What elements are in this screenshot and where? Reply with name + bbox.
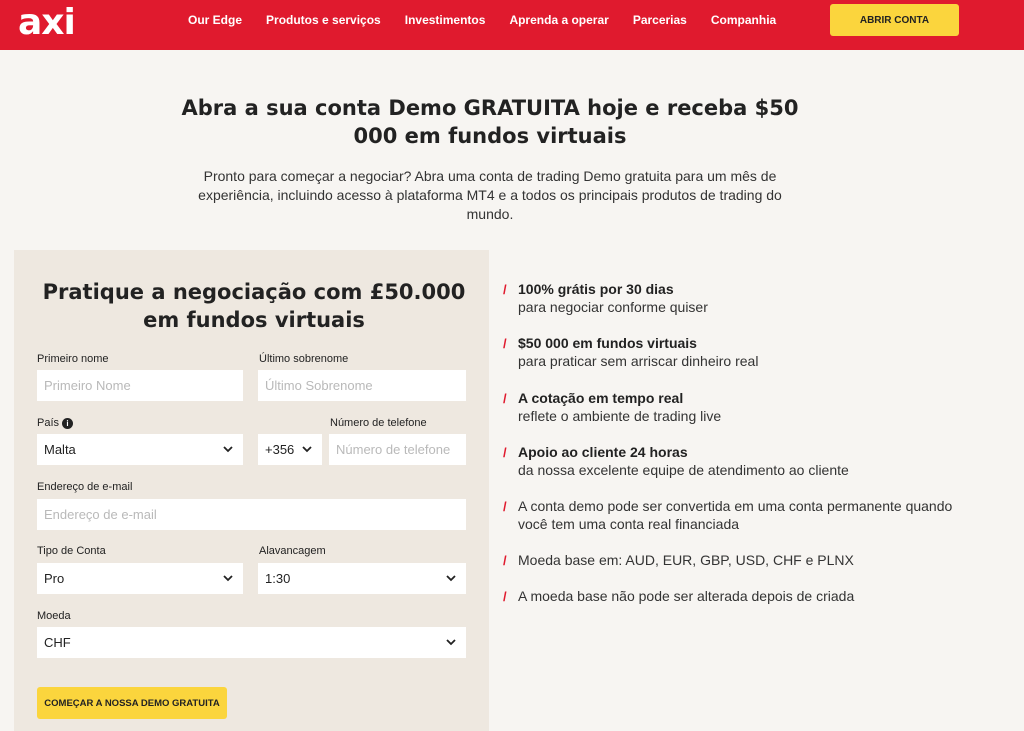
nav-investimentos[interactable]: Investimentos [405,13,486,27]
account-type-value: Pro [44,571,65,586]
chevron-down-icon [302,446,312,453]
open-account-button[interactable]: ABRIR CONTA [830,4,959,36]
form-title: Pratique a negociação com £50.000 em fun… [42,280,466,332]
feature-text: para negociar conforme quiser [518,299,708,315]
last-name-label: Último sobrenome [259,353,349,365]
country-select[interactable]: Malta [37,434,243,465]
first-name-label: Primeiro nome [37,353,109,365]
chevron-down-icon [223,446,233,453]
leverage-label: Alavancagem [259,545,326,557]
nav-aprenda-operar[interactable]: Aprenda a operar [509,13,608,27]
slash-bullet-icon: / [503,589,507,604]
slash-bullet-icon: / [503,336,507,351]
account-type-select[interactable]: Pro [37,563,243,594]
leverage-value: 1:30 [265,571,291,586]
nav-our-edge[interactable]: Our Edge [188,13,242,27]
feature-title: 100% grátis por 30 dias [518,281,674,297]
feature-item: / A cotação em tempo real reflete o ambie… [503,389,1003,425]
account-type-label: Tipo de Conta [37,545,106,557]
currency-select[interactable]: CHF [37,627,466,658]
feature-item: / A conta demo pode ser convertida em um… [503,497,963,533]
slash-bullet-icon: / [503,499,507,514]
last-name-input[interactable]: Último Sobrenome [258,370,466,401]
feature-title: A cotação em tempo real [518,390,684,406]
feature-item: / A moeda base não pode ser alterada dep… [503,587,1003,605]
phone-code-value: +356 [265,442,295,457]
feature-title: $50 000 em fundos virtuais [518,335,697,351]
country-label: País i [37,417,74,429]
nav-parcerias[interactable]: Parcerias [633,13,687,27]
page-title: Abra a sua conta Demo GRATUITA hoje e re… [181,96,799,148]
feature-text: Moeda base em: AUD, EUR, GBP, USD, CHF e… [518,552,854,568]
main-nav: Our Edge Produtos e serviços Investiment… [188,13,800,27]
country-label-text: País [37,417,60,429]
country-value: Malta [44,442,76,457]
start-demo-button[interactable]: COMEÇAR A NOSSA DEMO GRATUITA [37,687,227,719]
feature-text: A conta demo pode ser convertida em uma … [518,498,953,532]
first-name-input[interactable]: Primeiro Nome [37,370,243,401]
slash-bullet-icon: / [503,553,507,568]
feature-text: para praticar sem arriscar dinheiro real [518,353,759,369]
info-icon[interactable]: i [62,417,74,429]
feature-item: / Moeda base em: AUD, EUR, GBP, USD, CHF… [503,551,1003,569]
email-input[interactable]: Endereço de e-mail [37,499,466,530]
email-label: Endereço de e-mail [37,481,133,493]
phone-input[interactable]: Número de telefone [329,434,466,465]
nav-produtos-servicos[interactable]: Produtos e serviços [266,13,381,27]
currency-value: CHF [44,635,71,650]
axi-logo[interactable]: axi [18,2,76,44]
phone-code-select[interactable]: +356 [258,434,322,465]
chevron-down-icon [446,575,456,582]
feature-title: Apoio ao cliente 24 horas [518,444,688,460]
chevron-down-icon [223,575,233,582]
slash-bullet-icon: / [503,445,507,460]
currency-label: Moeda [37,610,71,622]
nav-companhia[interactable]: Companhia [711,13,776,27]
feature-item: / Apoio ao cliente 24 horas da nossa exce… [503,443,1003,479]
page-subtitle: Pronto para começar a negociar? Abra uma… [198,168,782,222]
leverage-select[interactable]: 1:30 [258,563,466,594]
top-navigation-bar: axi Our Edge Produtos e serviços Investi… [0,0,1024,50]
feature-item: / 100% grátis por 30 dias para negociar c… [503,280,1003,316]
feature-text: reflete o ambiente de trading live [518,408,722,424]
feature-text: da nossa excelente equipe de atendimento… [518,462,849,478]
slash-bullet-icon: / [503,391,507,406]
demo-signup-form: Pratique a negociação com £50.000 em fun… [14,250,489,731]
phone-label: Número de telefone [330,417,427,429]
feature-text: A moeda base não pode ser alterada depoi… [518,588,855,604]
chevron-down-icon [446,639,456,646]
slash-bullet-icon: / [503,282,507,297]
feature-item: / $50 000 em fundos virtuais para pratica… [503,334,1003,370]
